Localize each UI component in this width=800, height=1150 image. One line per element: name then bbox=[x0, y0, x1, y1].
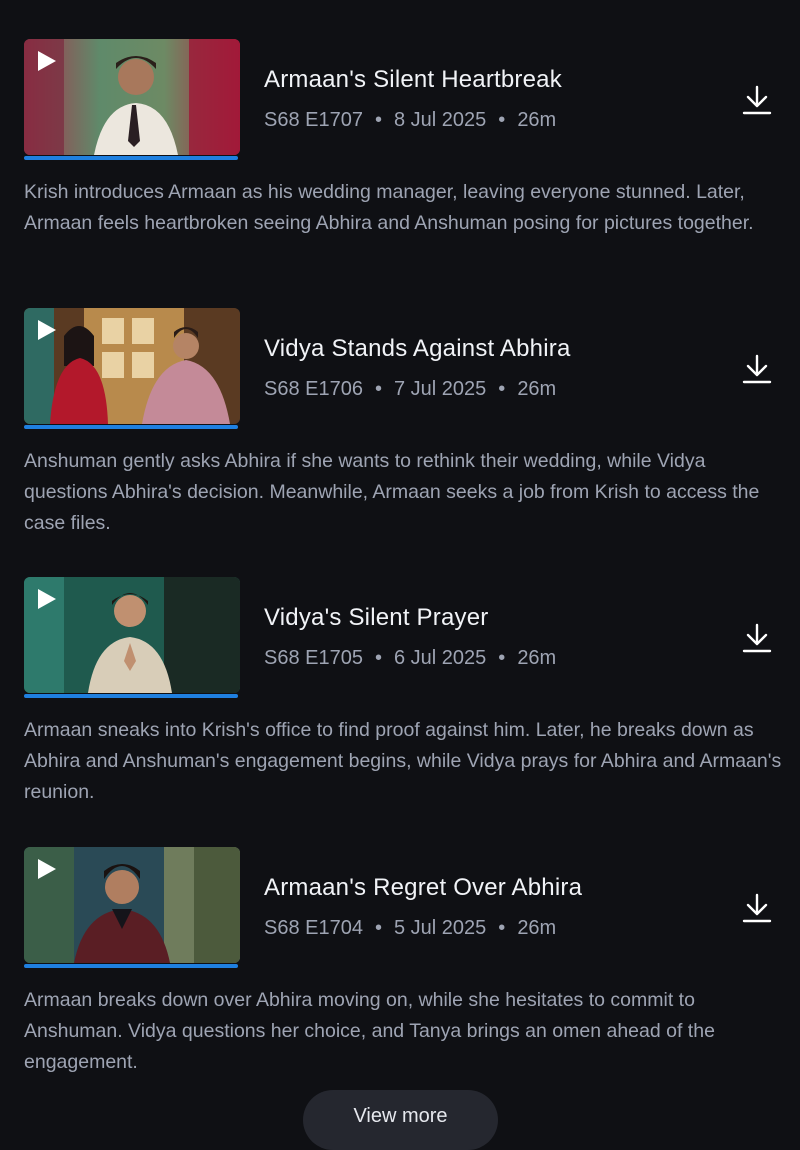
download-icon bbox=[742, 623, 772, 653]
season-episode: S68 E1705 bbox=[264, 647, 363, 669]
duration: 26m bbox=[517, 647, 557, 669]
download-icon bbox=[742, 354, 772, 384]
play-icon bbox=[38, 51, 56, 71]
separator-dot: • bbox=[498, 917, 506, 939]
separator-dot: • bbox=[498, 647, 506, 669]
season-episode: S68 E1704 bbox=[264, 917, 363, 939]
season-episode: S68 E1706 bbox=[264, 378, 363, 400]
episode-item: Vidya Stands Against Abhira S68 E1706 • 7 … bbox=[0, 308, 800, 534]
watch-progress-bar bbox=[24, 964, 238, 968]
duration: 26m bbox=[517, 917, 557, 939]
episode-meta: S68 E1705 • 6 Jul 2025 • 26m bbox=[264, 647, 556, 670]
separator-dot: • bbox=[374, 109, 382, 131]
air-date: 5 Jul 2025 bbox=[394, 917, 487, 939]
episode-description: Armaan sneaks into Krish's office to fin… bbox=[24, 719, 782, 803]
download-button[interactable] bbox=[740, 83, 774, 117]
episode-thumbnail[interactable] bbox=[24, 308, 240, 424]
season-episode: S68 E1707 bbox=[264, 109, 363, 131]
separator-dot: • bbox=[374, 378, 382, 400]
download-button[interactable] bbox=[740, 352, 774, 386]
download-button[interactable] bbox=[740, 891, 774, 925]
episode-title[interactable]: Armaan's Silent Heartbreak bbox=[264, 66, 562, 94]
episode-meta: S68 E1704 • 5 Jul 2025 • 26m bbox=[264, 917, 556, 940]
view-more-label: View more bbox=[353, 1105, 448, 1127]
duration: 26m bbox=[517, 109, 557, 131]
separator-dot: • bbox=[498, 109, 506, 131]
episode-item: Armaan's Regret Over Abhira S68 E1704 • 5 … bbox=[0, 847, 800, 1073]
play-icon bbox=[38, 589, 56, 609]
air-date: 6 Jul 2025 bbox=[394, 647, 487, 669]
episode-thumbnail[interactable] bbox=[24, 847, 240, 963]
episode-title[interactable]: Armaan's Regret Over Abhira bbox=[264, 874, 582, 902]
air-date: 7 Jul 2025 bbox=[394, 378, 487, 400]
episode-thumbnail[interactable] bbox=[24, 39, 240, 155]
episode-meta: S68 E1706 • 7 Jul 2025 • 26m bbox=[264, 378, 556, 401]
watch-progress-bar bbox=[24, 425, 238, 429]
episode-item: Armaan's Silent Heartbreak S68 E1707 • 8 J… bbox=[0, 39, 800, 234]
separator-dot: • bbox=[374, 917, 382, 939]
duration: 26m bbox=[517, 378, 557, 400]
episode-meta: S68 E1707 • 8 Jul 2025 • 26m bbox=[264, 109, 556, 132]
download-button[interactable] bbox=[740, 621, 774, 655]
episode-title[interactable]: Vidya's Silent Prayer bbox=[264, 604, 488, 632]
episode-description: Armaan breaks down over Abhira moving on… bbox=[24, 989, 715, 1073]
view-more-button[interactable]: View more bbox=[303, 1090, 498, 1150]
episode-item: Vidya's Silent Prayer S68 E1705 • 6 Jul 20… bbox=[0, 577, 800, 803]
episode-description: Anshuman gently asks Abhira if she wants… bbox=[24, 450, 760, 534]
episode-title[interactable]: Vidya Stands Against Abhira bbox=[264, 335, 571, 363]
play-icon bbox=[38, 859, 56, 879]
watch-progress-bar bbox=[24, 156, 238, 160]
separator-dot: • bbox=[498, 378, 506, 400]
play-icon bbox=[38, 320, 56, 340]
air-date: 8 Jul 2025 bbox=[394, 109, 487, 131]
episode-description: Krish introduces Armaan as his wedding m… bbox=[24, 181, 754, 234]
download-icon bbox=[742, 893, 772, 923]
episode-thumbnail[interactable] bbox=[24, 577, 240, 693]
watch-progress-bar bbox=[24, 694, 238, 698]
separator-dot: • bbox=[374, 647, 382, 669]
download-icon bbox=[742, 85, 772, 115]
